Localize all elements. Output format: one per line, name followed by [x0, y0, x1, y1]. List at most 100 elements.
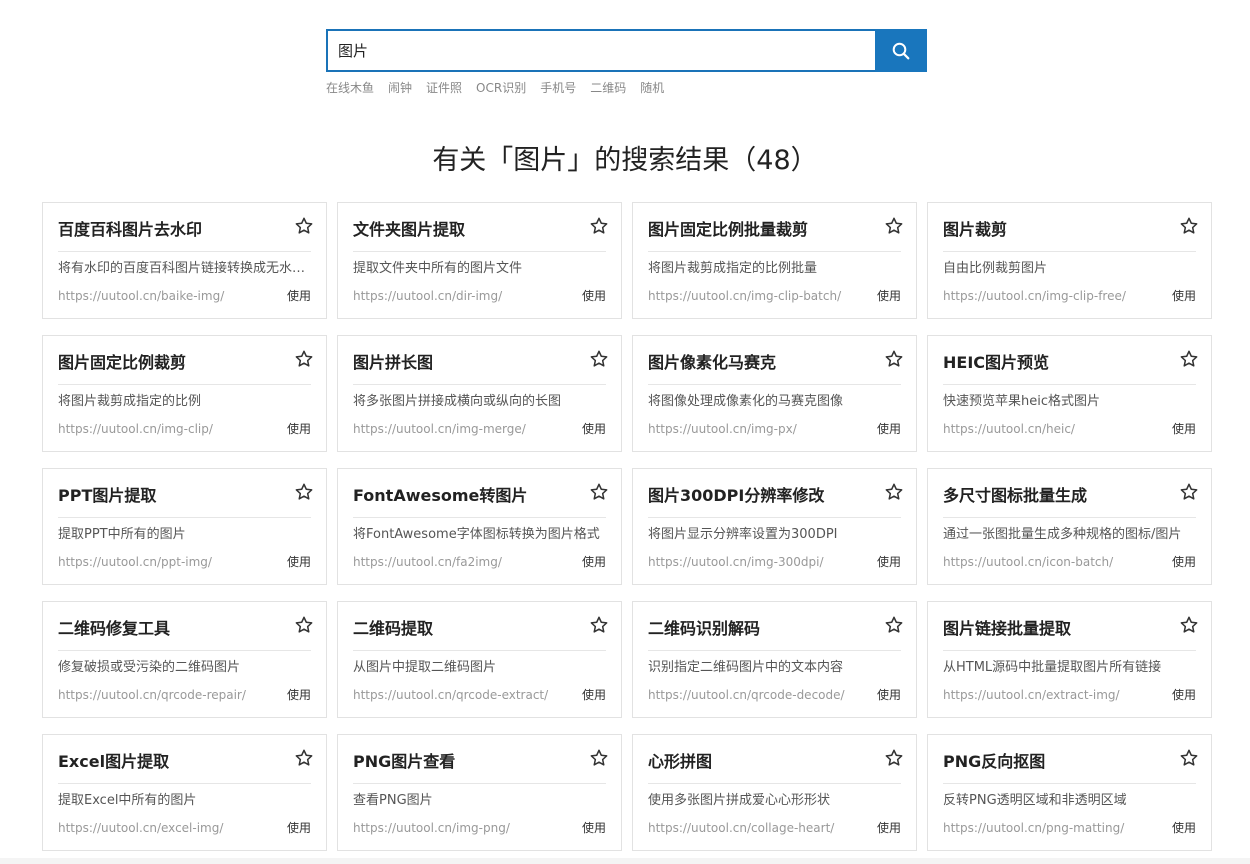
tool-card[interactable]: 二维码修复工具 修复破损或受污染的二维码图片 https://uutool.cn/q… [42, 601, 327, 718]
tool-card[interactable]: 心形拼图 使用多张图片拼成爱心心形形状 https://uutool.cn/coll… [632, 734, 917, 851]
tool-card-url[interactable]: https://uutool.cn/fa2img/ [353, 555, 502, 569]
star-icon[interactable] [884, 482, 904, 502]
tool-card-title[interactable]: PNG反向抠图 [943, 751, 1196, 784]
hot-link[interactable]: 手机号 [540, 79, 576, 96]
tool-card[interactable]: 图片拼长图 将多张图片拼接成横向或纵向的长图 https://uutool.cn/i… [337, 335, 622, 452]
tool-card-title[interactable]: 图片像素化马赛克 [648, 352, 901, 385]
star-icon[interactable] [1179, 482, 1199, 502]
star-icon[interactable] [294, 748, 314, 768]
tool-card[interactable]: PPT图片提取 提取PPT中所有的图片 https://uutool.cn/ppt-… [42, 468, 327, 585]
star-icon[interactable] [1179, 748, 1199, 768]
tool-card-url[interactable]: https://uutool.cn/png-matting/ [943, 821, 1124, 835]
star-icon[interactable] [884, 349, 904, 369]
use-button[interactable]: 使用 [1172, 686, 1196, 703]
star-icon[interactable] [1179, 216, 1199, 236]
hot-link[interactable]: OCR识别 [476, 79, 526, 96]
use-button[interactable]: 使用 [877, 420, 901, 437]
tool-card[interactable]: 图片链接批量提取 从HTML源码中批量提取图片所有链接 https://uutool… [927, 601, 1212, 718]
tool-card[interactable]: 图片像素化马赛克 将图像处理成像素化的马赛克图像 https://uutool.cn… [632, 335, 917, 452]
star-icon[interactable] [294, 349, 314, 369]
tool-card-title[interactable]: 图片链接批量提取 [943, 618, 1196, 651]
tool-card[interactable]: 二维码识别解码 识别指定二维码图片中的文本内容 https://uutool.cn/… [632, 601, 917, 718]
tool-card[interactable]: 多尺寸图标批量生成 通过一张图批量生成多种规格的图标/图片 https://uuto… [927, 468, 1212, 585]
tool-card-url[interactable]: https://uutool.cn/img-png/ [353, 821, 510, 835]
use-button[interactable]: 使用 [877, 686, 901, 703]
tool-card[interactable]: 文件夹图片提取 提取文件夹中所有的图片文件 https://uutool.cn/di… [337, 202, 622, 319]
tool-card-title[interactable]: FontAwesome转图片 [353, 485, 606, 518]
tool-card-url[interactable]: https://uutool.cn/heic/ [943, 422, 1075, 436]
use-button[interactable]: 使用 [1172, 287, 1196, 304]
star-icon[interactable] [589, 349, 609, 369]
star-icon[interactable] [589, 482, 609, 502]
tool-card-title[interactable]: 心形拼图 [648, 751, 901, 784]
use-button[interactable]: 使用 [877, 553, 901, 570]
tool-card-title[interactable]: 图片固定比例裁剪 [58, 352, 311, 385]
hot-link[interactable]: 二维码 [590, 79, 626, 96]
tool-card[interactable]: PNG反向抠图 反转PNG透明区域和非透明区域 https://uutool.cn/… [927, 734, 1212, 851]
tool-card[interactable]: Excel图片提取 提取Excel中所有的图片 https://uutool.cn/… [42, 734, 327, 851]
tool-card-url[interactable]: https://uutool.cn/dir-img/ [353, 289, 502, 303]
use-button[interactable]: 使用 [1172, 420, 1196, 437]
tool-card-url[interactable]: https://uutool.cn/img-merge/ [353, 422, 526, 436]
tool-card-title[interactable]: PPT图片提取 [58, 485, 311, 518]
tool-card-title[interactable]: 图片300DPI分辨率修改 [648, 485, 901, 518]
use-button[interactable]: 使用 [582, 553, 606, 570]
tool-card[interactable]: 图片固定比例裁剪 将图片裁剪成指定的比例 https://uutool.cn/img… [42, 335, 327, 452]
tool-card-url[interactable]: https://uutool.cn/extract-img/ [943, 688, 1120, 702]
use-button[interactable]: 使用 [582, 287, 606, 304]
use-button[interactable]: 使用 [287, 287, 311, 304]
star-icon[interactable] [1179, 615, 1199, 635]
tool-card-url[interactable]: https://uutool.cn/qrcode-extract/ [353, 688, 548, 702]
star-icon[interactable] [884, 748, 904, 768]
tool-card-title[interactable]: 文件夹图片提取 [353, 219, 606, 252]
tool-card-url[interactable]: https://uutool.cn/excel-img/ [58, 821, 223, 835]
tool-card-title[interactable]: 百度百科图片去水印 [58, 219, 311, 252]
use-button[interactable]: 使用 [582, 819, 606, 836]
tool-card-title[interactable]: 图片固定比例批量裁剪 [648, 219, 901, 252]
tool-card-title[interactable]: 图片拼长图 [353, 352, 606, 385]
tool-card-title[interactable]: 二维码修复工具 [58, 618, 311, 651]
tool-card-title[interactable]: Excel图片提取 [58, 751, 311, 784]
tool-card-title[interactable]: 多尺寸图标批量生成 [943, 485, 1196, 518]
tool-card[interactable]: 图片300DPI分辨率修改 将图片显示分辨率设置为300DPI https://uu… [632, 468, 917, 585]
star-icon[interactable] [884, 615, 904, 635]
use-button[interactable]: 使用 [287, 553, 311, 570]
tool-card-url[interactable]: https://uutool.cn/img-300dpi/ [648, 555, 824, 569]
star-icon[interactable] [294, 216, 314, 236]
star-icon[interactable] [589, 748, 609, 768]
tool-card-url[interactable]: https://uutool.cn/img-px/ [648, 422, 797, 436]
use-button[interactable]: 使用 [877, 287, 901, 304]
tool-card-url[interactable]: https://uutool.cn/qrcode-repair/ [58, 688, 246, 702]
tool-card-title[interactable]: 图片裁剪 [943, 219, 1196, 252]
search-button[interactable] [875, 29, 927, 72]
use-button[interactable]: 使用 [582, 420, 606, 437]
use-button[interactable]: 使用 [287, 819, 311, 836]
tool-card-title[interactable]: PNG图片查看 [353, 751, 606, 784]
search-input[interactable] [326, 29, 875, 72]
tool-card[interactable]: PNG图片查看 查看PNG图片 https://uutool.cn/img-png/… [337, 734, 622, 851]
tool-card-url[interactable]: https://uutool.cn/ppt-img/ [58, 555, 212, 569]
star-icon[interactable] [1179, 349, 1199, 369]
star-icon[interactable] [294, 615, 314, 635]
tool-card-url[interactable]: https://uutool.cn/img-clip-batch/ [648, 289, 841, 303]
tool-card[interactable]: 图片固定比例批量裁剪 将图片裁剪成指定的比例批量 https://uutool.cn… [632, 202, 917, 319]
star-icon[interactable] [589, 615, 609, 635]
use-button[interactable]: 使用 [877, 819, 901, 836]
star-icon[interactable] [884, 216, 904, 236]
tool-card[interactable]: 二维码提取 从图片中提取二维码图片 https://uutool.cn/qrcode… [337, 601, 622, 718]
tool-card-title[interactable]: HEIC图片预览 [943, 352, 1196, 385]
hot-link[interactable]: 在线木鱼 [326, 79, 374, 96]
hot-link[interactable]: 证件照 [426, 79, 462, 96]
use-button[interactable]: 使用 [1172, 553, 1196, 570]
use-button[interactable]: 使用 [287, 420, 311, 437]
tool-card[interactable]: 百度百科图片去水印 将有水印的百度百科图片链接转换成无水印图片 https://uu… [42, 202, 327, 319]
tool-card-title[interactable]: 二维码提取 [353, 618, 606, 651]
tool-card-url[interactable]: https://uutool.cn/qrcode-decode/ [648, 688, 845, 702]
tool-card-url[interactable]: https://uutool.cn/collage-heart/ [648, 821, 834, 835]
tool-card[interactable]: FontAwesome转图片 将FontAwesome字体图标转换为图片格式 htt… [337, 468, 622, 585]
tool-card-url[interactable]: https://uutool.cn/img-clip/ [58, 422, 213, 436]
tool-card[interactable]: HEIC图片预览 快速预览苹果heic格式图片 https://uutool.cn/… [927, 335, 1212, 452]
tool-card-url[interactable]: https://uutool.cn/icon-batch/ [943, 555, 1113, 569]
star-icon[interactable] [294, 482, 314, 502]
hot-link[interactable]: 随机 [640, 79, 664, 96]
